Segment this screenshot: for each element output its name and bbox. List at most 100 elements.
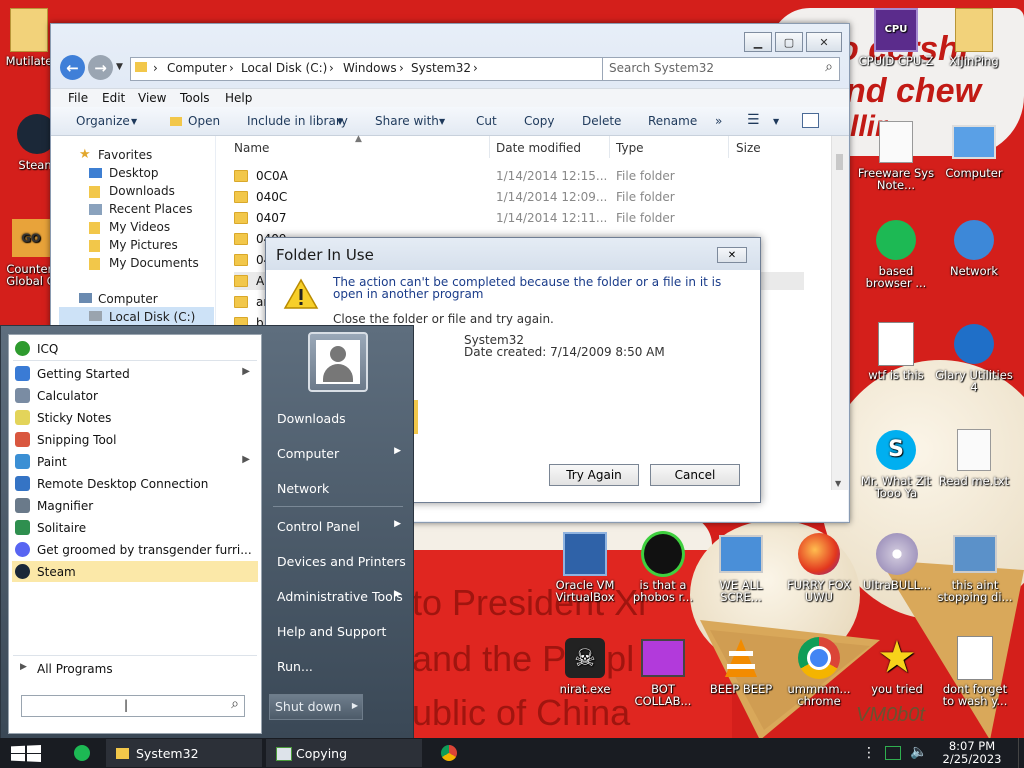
start-item-discord[interactable]: Get groomed by transgender furri... <box>12 539 258 560</box>
scrollbar-thumb[interactable] <box>836 154 843 170</box>
view-options-icon[interactable]: ☰ <box>747 112 760 128</box>
desktop-icon-xijinping[interactable]: XiJinPing <box>935 8 1013 67</box>
try-again-button[interactable]: Try Again <box>549 464 639 486</box>
start-search-input[interactable]: | ⌕ <box>21 695 245 717</box>
nav-desktop[interactable]: Desktop <box>109 166 159 180</box>
menu-file[interactable]: File <box>68 91 88 105</box>
start-item-magnifier[interactable]: Magnifier <box>12 495 258 516</box>
taskbar-pinned-app[interactable] <box>430 739 468 767</box>
desktop-icon-network[interactable]: Network <box>935 218 1013 277</box>
recent-pages-icon[interactable]: ▼ <box>116 62 123 72</box>
start-item-getting-started[interactable]: Getting Started ▶ <box>12 363 258 384</box>
column-date-modified[interactable]: Date modified <box>496 141 581 155</box>
include-in-library-button[interactable]: Include in library <box>247 114 348 128</box>
organize-button[interactable]: Organize <box>76 114 130 128</box>
back-button[interactable]: ← <box>60 55 85 80</box>
copy-button[interactable]: Copy <box>524 114 554 128</box>
rename-button[interactable]: Rename <box>648 114 697 128</box>
desktop-icon-freeware[interactable]: Freeware Sys Note... <box>857 120 935 191</box>
desktop-icon-skype[interactable]: S Mr. What Zit Tooo Ya <box>857 428 935 499</box>
desktop-icon-ultrabull[interactable]: UltraBULL... <box>858 532 936 591</box>
start-item-sticky-notes[interactable]: Sticky Notes <box>12 407 258 428</box>
taskbar-pinned-app[interactable] <box>64 739 100 767</box>
desktop-icon-you-tried[interactable]: ★ you tried <box>858 636 936 696</box>
breadcrumb-computer[interactable]: Computer <box>167 61 227 75</box>
desktop-icon-wtf[interactable]: wtf is this <box>857 322 935 381</box>
desktop-icon-virtualbox[interactable]: Oracle VM VirtualBox <box>546 532 624 603</box>
desktop-icon-readme[interactable]: Read me.txt <box>935 428 1013 487</box>
nav-my-documents[interactable]: My Documents <box>109 256 199 270</box>
breadcrumb-local-disk[interactable]: Local Disk (C:) <box>241 61 327 75</box>
column-name[interactable]: Name <box>234 141 269 155</box>
nav-local-disk[interactable]: Local Disk (C:) <box>109 310 195 324</box>
file-row[interactable]: 0C0A 1/14/2014 12:15... File folder <box>234 167 804 185</box>
column-size[interactable]: Size <box>736 141 761 155</box>
start-item-remote-desktop[interactable]: Remote Desktop Connection <box>12 473 258 494</box>
desktop-icon-firefox[interactable]: FURRY FOX UWU <box>780 532 858 603</box>
all-programs-button[interactable]: ▶ All Programs <box>12 658 258 679</box>
desktop-icon-nirat[interactable]: ☠ nirat.exe <box>546 636 624 695</box>
menu-view[interactable]: View <box>138 91 166 105</box>
desktop-icon-phobos[interactable]: is that a phobos r... <box>624 531 702 603</box>
scroll-down-icon[interactable]: ▼ <box>835 479 841 488</box>
desktop-icon-we-all-scre[interactable]: WE ALL SCRE... <box>702 532 780 603</box>
column-type[interactable]: Type <box>616 141 644 155</box>
taskbar-task-system32[interactable]: System32 <box>106 739 262 767</box>
desktop-icon-beep-beep[interactable]: BEEP BEEP <box>702 636 780 695</box>
nav-my-videos[interactable]: My Videos <box>109 220 170 234</box>
start-right-run[interactable]: Run... <box>269 653 409 679</box>
menu-help[interactable]: Help <box>225 91 252 105</box>
nav-favorites[interactable]: Favorites <box>98 148 152 162</box>
open-button[interactable]: Open <box>188 114 220 128</box>
start-right-help-support[interactable]: Help and Support <box>269 618 409 644</box>
shutdown-button[interactable]: Shut down ▶ <box>269 694 363 720</box>
menu-tools[interactable]: Tools <box>180 91 210 105</box>
close-button[interactable]: ✕ <box>806 32 842 52</box>
breadcrumb-system32[interactable]: System32 <box>411 61 471 75</box>
volume-tray-icon[interactable]: 🔈 <box>910 744 927 760</box>
nav-recent-places[interactable]: Recent Places <box>109 202 192 216</box>
taskbar-task-copying[interactable]: Copying <box>266 739 422 767</box>
desktop-icon-bot-collab[interactable]: BOT COLLAB... <box>624 636 702 707</box>
start-right-admin-tools[interactable]: Administrative Tools ▶ <box>269 583 409 609</box>
start-right-control-panel[interactable]: Control Panel ▶ <box>269 513 409 539</box>
show-hidden-icons[interactable]: ⋮ <box>862 745 876 761</box>
share-with-button[interactable]: Share with <box>375 114 439 128</box>
vertical-scrollbar[interactable]: ▼ <box>831 136 848 490</box>
file-row[interactable]: 0407 1/14/2014 12:11... File folder <box>234 209 804 227</box>
preview-pane-icon[interactable] <box>802 113 819 128</box>
user-picture[interactable] <box>308 332 368 392</box>
start-right-network[interactable]: Network <box>269 475 409 501</box>
nav-my-pictures[interactable]: My Pictures <box>109 238 178 252</box>
start-item-paint[interactable]: Paint ▶ <box>12 451 258 472</box>
maximize-button[interactable]: ▢ <box>775 32 803 52</box>
nav-computer[interactable]: Computer <box>98 292 158 306</box>
menu-edit[interactable]: Edit <box>102 91 125 105</box>
start-right-computer[interactable]: Computer ▶ <box>269 440 409 466</box>
desktop-icon-this-aint-stopping[interactable]: this aint stopping di... <box>936 532 1014 603</box>
cut-button[interactable]: Cut <box>476 114 497 128</box>
desktop-icon-computer[interactable]: Computer <box>935 120 1013 179</box>
breadcrumb-windows[interactable]: Windows <box>343 61 397 75</box>
search-input[interactable]: Search System32 ⌕ <box>602 57 840 81</box>
minimize-button[interactable]: ▁ <box>744 32 772 52</box>
network-tray-icon[interactable] <box>885 746 901 760</box>
start-button[interactable] <box>11 745 41 762</box>
start-item-icq[interactable]: ICQ <box>12 338 258 359</box>
delete-button[interactable]: Delete <box>582 114 621 128</box>
desktop-icon-based-browser[interactable]: based browser ... <box>857 218 935 289</box>
cancel-button[interactable]: Cancel <box>650 464 740 486</box>
start-right-downloads[interactable]: Downloads <box>269 405 409 431</box>
dropdown-arrow-icon[interactable]: ▼ <box>773 117 779 126</box>
desktop-icon-dont-forget[interactable]: dont forget to wash y... <box>936 636 1014 707</box>
more-commands-button[interactable]: » <box>715 114 722 128</box>
forward-button[interactable]: → <box>88 55 113 80</box>
address-bar[interactable]: › Computer › Local Disk (C:) › Windows ›… <box>130 57 643 81</box>
file-row[interactable]: 040C 1/14/2014 12:09... File folder <box>234 188 804 206</box>
start-item-calculator[interactable]: Calculator <box>12 385 258 406</box>
show-desktop-button[interactable] <box>1018 738 1024 768</box>
start-item-steam[interactable]: Steam <box>12 561 258 582</box>
start-item-solitaire[interactable]: Solitaire <box>12 517 258 538</box>
start-item-snipping-tool[interactable]: Snipping Tool <box>12 429 258 450</box>
start-right-devices-printers[interactable]: Devices and Printers <box>269 548 409 574</box>
